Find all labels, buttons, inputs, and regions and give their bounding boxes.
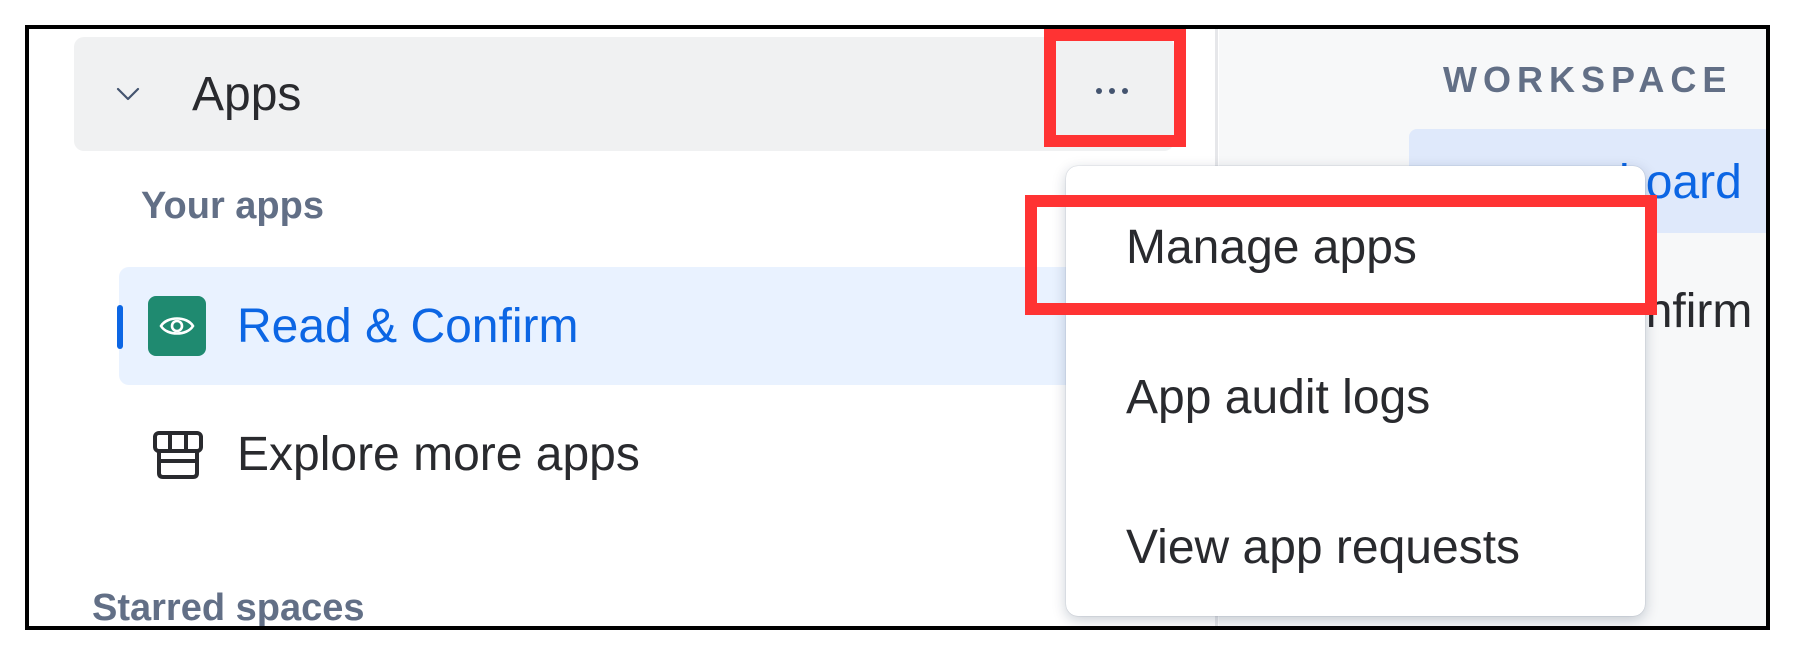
active-indicator — [117, 305, 123, 349]
menu-item-label: View app requests — [1126, 521, 1521, 574]
explore-more-apps-link[interactable]: Explore more apps — [119, 419, 1119, 499]
explore-more-apps-label: Explore more apps — [237, 428, 640, 481]
your-apps-heading: Your apps — [141, 185, 324, 227]
apps-section-title: Apps — [192, 68, 302, 121]
highlight-box-more-button — [1044, 29, 1186, 147]
eye-icon — [148, 296, 206, 356]
highlight-box-manage-apps — [1025, 195, 1657, 315]
screenshot-frame: Apps Your apps Read & Confirm Explore mo… — [25, 25, 1770, 630]
eye-glyph — [159, 317, 195, 335]
sidebar: Apps Your apps Read & Confirm Explore mo… — [29, 29, 1219, 626]
menu-item-view-app-requests[interactable]: View app requests — [1066, 492, 1645, 602]
menu-item-app-audit-logs[interactable]: App audit logs — [1066, 342, 1645, 452]
starred-spaces-heading: Starred spaces — [92, 587, 365, 629]
chevron-down-icon[interactable] — [114, 80, 142, 108]
storefront-icon — [153, 431, 203, 479]
workspace-heading: WORKSPACE — [1443, 59, 1733, 100]
apps-section-header[interactable]: Apps — [74, 37, 1174, 151]
sidebar-item-label: Read & Confirm — [237, 300, 579, 353]
menu-item-label: App audit logs — [1126, 371, 1431, 424]
